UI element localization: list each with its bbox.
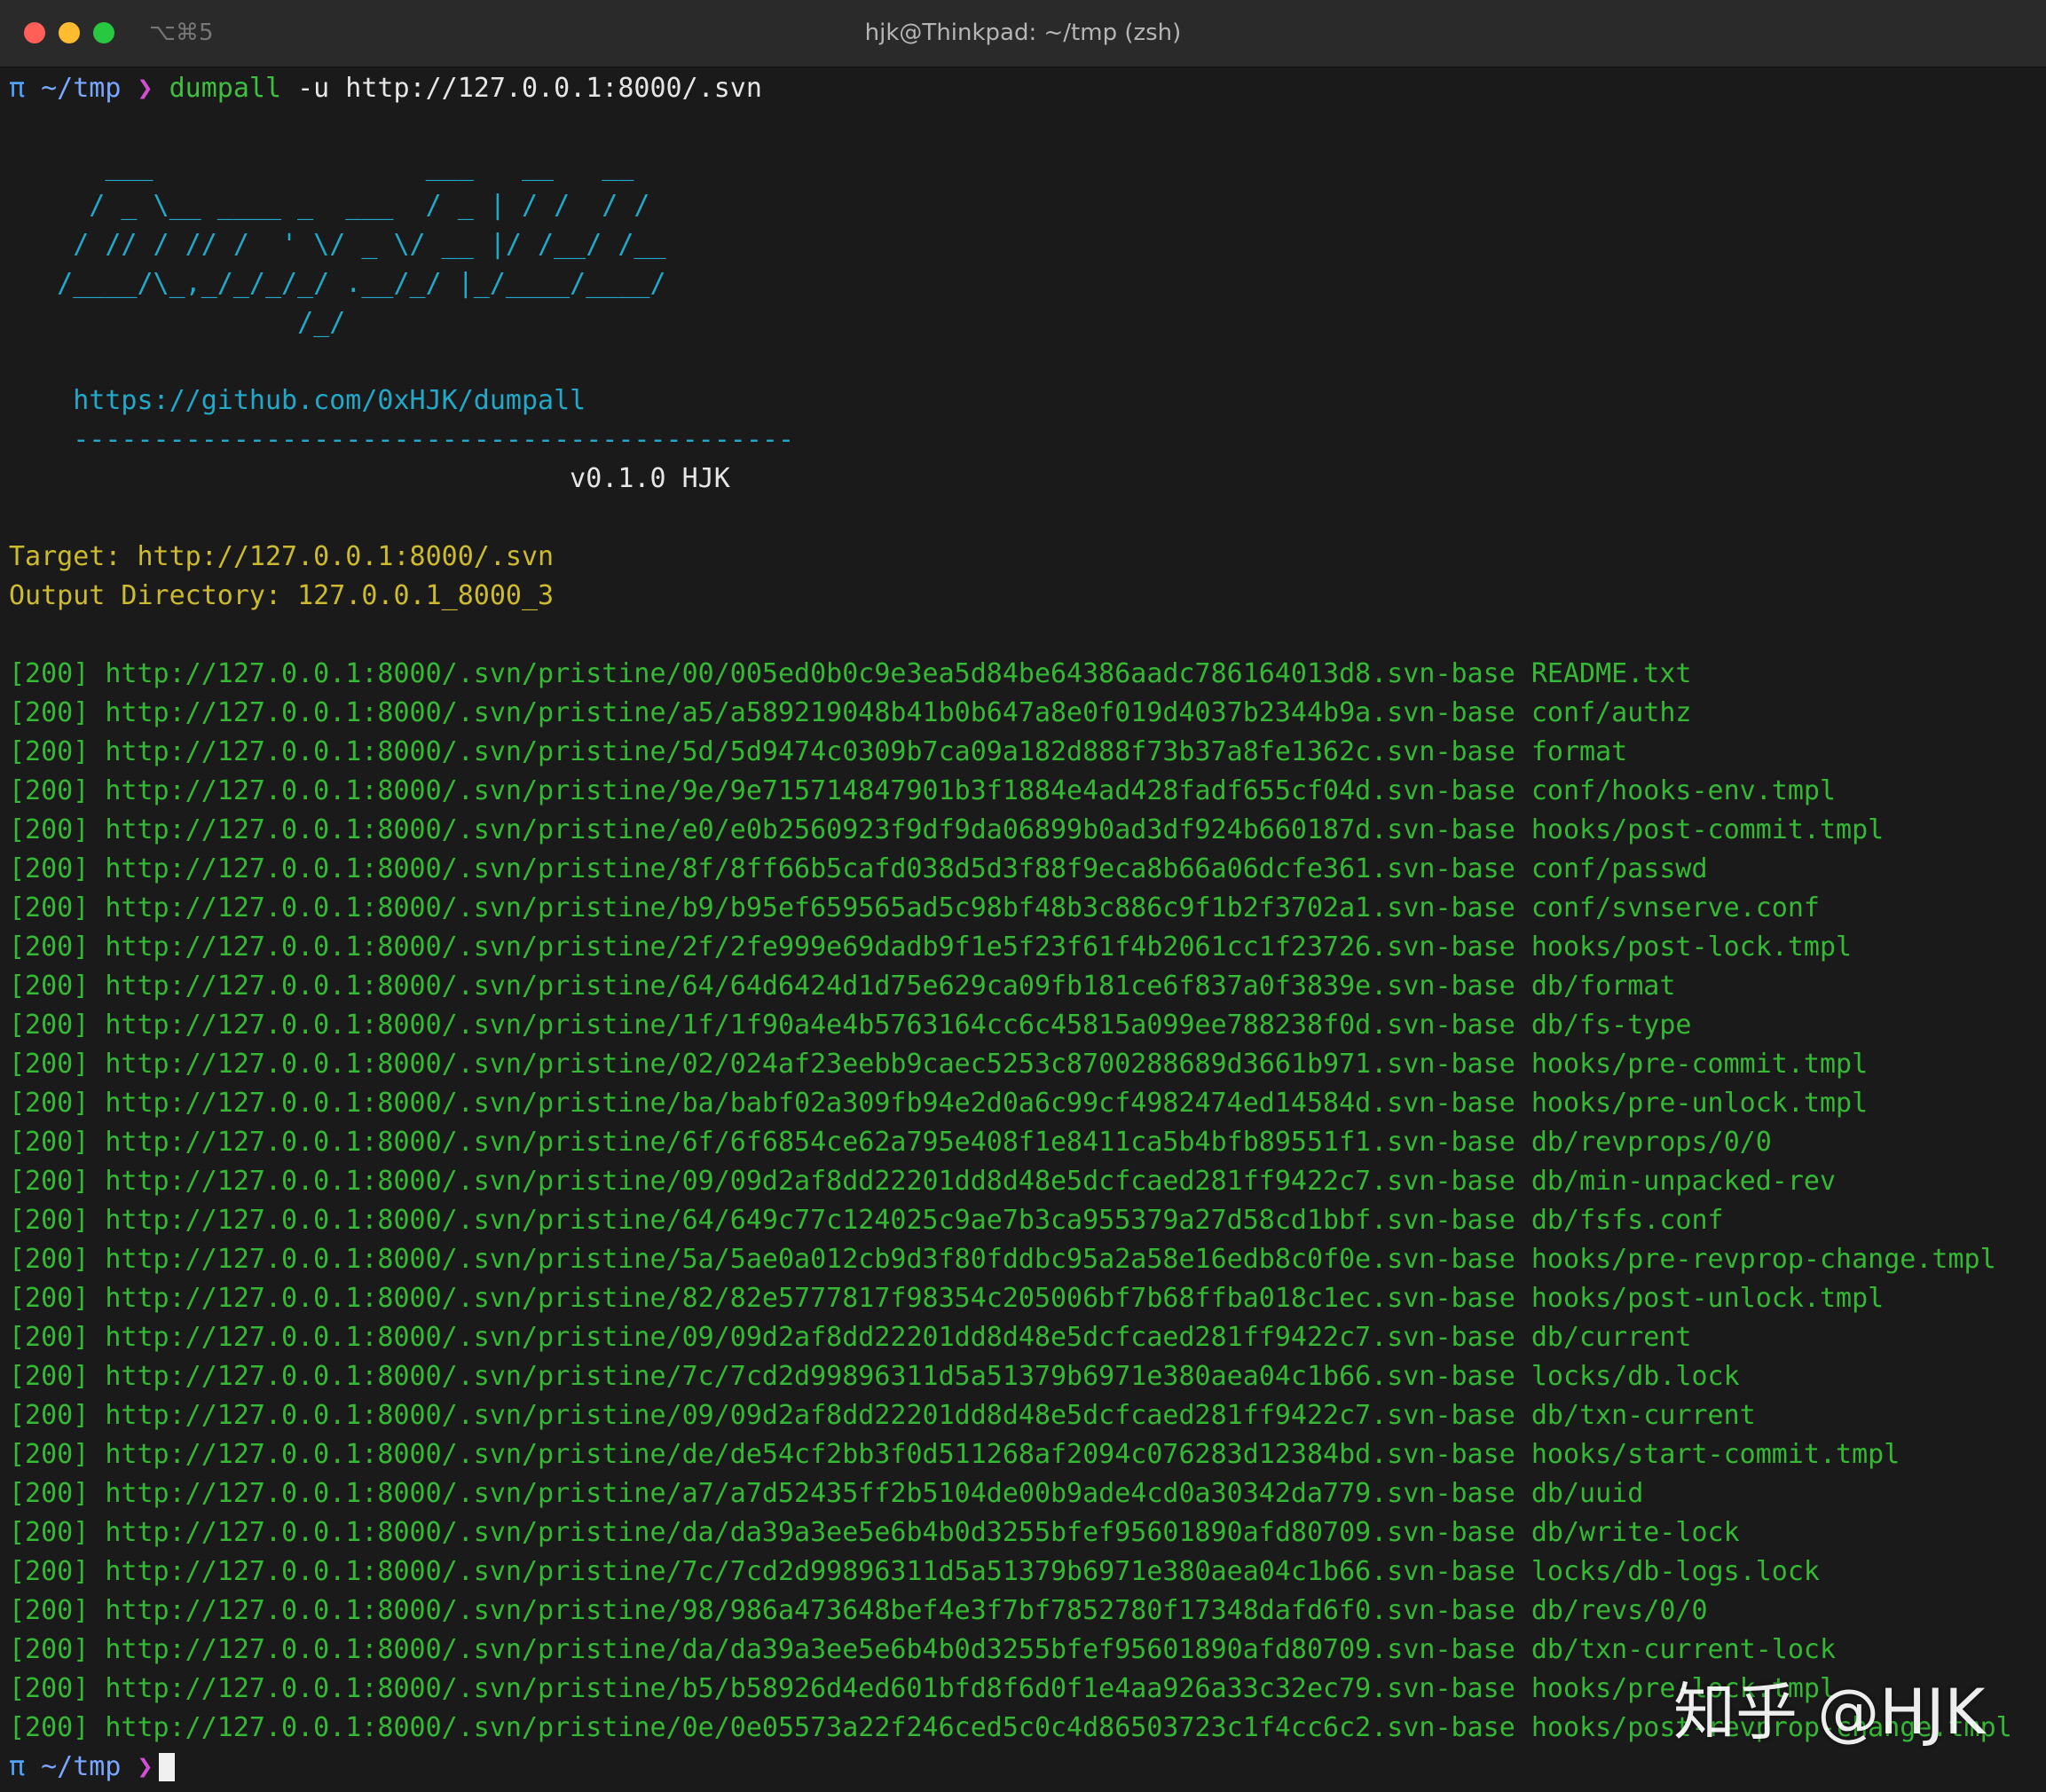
result-line: [200] http://127.0.0.1:8000/.svn/pristin… <box>9 1322 1692 1353</box>
prompt-cwd: ~/tmp <box>41 73 122 104</box>
window-title: hjk@Thinkpad: ~/tmp (zsh) <box>864 20 1182 46</box>
watermark: 知乎 @HJK <box>1673 1676 1986 1749</box>
banner-version: v0.1.0 HJK <box>9 463 730 494</box>
prompt-line: π ~/tmp ❯ <box>9 1748 2032 1781</box>
result-line: [200] http://127.0.0.1:8000/.svn/pristin… <box>9 658 1692 689</box>
result-line: [200] http://127.0.0.1:8000/.svn/pristin… <box>9 1478 1644 1509</box>
result-line: [200] http://127.0.0.1:8000/.svn/pristin… <box>9 1556 1820 1587</box>
prompt-arrow: ❯ <box>137 73 153 104</box>
result-line: [200] http://127.0.0.1:8000/.svn/pristin… <box>9 1049 1869 1080</box>
result-line: [200] http://127.0.0.1:8000/.svn/pristin… <box>9 892 1820 924</box>
terminal-output[interactable]: π ~/tmp ❯ dumpall -u http://127.0.0.1:80… <box>9 69 2032 1781</box>
banner-rule: ----------------------------------------… <box>9 424 795 455</box>
result-line: [200] http://127.0.0.1:8000/.svn/pristin… <box>9 1166 1837 1197</box>
result-line: [200] http://127.0.0.1:8000/.svn/pristin… <box>9 736 1628 767</box>
result-line: [200] http://127.0.0.1:8000/.svn/pristin… <box>9 1517 1740 1548</box>
result-line: [200] http://127.0.0.1:8000/.svn/pristin… <box>9 1400 1756 1431</box>
banner-ascii-line: / // / // / ' \/ _ \/ __ |/ /__/ /__ <box>9 229 666 260</box>
result-line: [200] http://127.0.0.1:8000/.svn/pristin… <box>9 1439 1900 1470</box>
result-line: [200] http://127.0.0.1:8000/.svn/pristin… <box>9 1010 1692 1041</box>
command-name: dumpall <box>169 73 282 104</box>
prompt-cwd: ~/tmp <box>41 1751 122 1781</box>
target-info: Target: http://127.0.0.1:8000/.svn <box>9 541 555 572</box>
command-line: π ~/tmp ❯ dumpall -u http://127.0.0.1:80… <box>9 69 2032 108</box>
command-args: -u http://127.0.0.1:8000/.svn <box>281 73 762 104</box>
output-directory-info: Output Directory: 127.0.0.1_8000_3 <box>9 580 555 611</box>
banner-ascii-line: / _ \__ ____ _ ___ / _ | / / / / <box>9 190 650 221</box>
terminal-cursor[interactable] <box>158 1752 175 1781</box>
banner-url: https://github.com/0xHJK/dumpall <box>9 385 586 416</box>
prompt-symbol: π <box>9 1751 26 1781</box>
result-line: [200] http://127.0.0.1:8000/.svn/pristin… <box>9 814 1885 845</box>
result-line: [200] http://127.0.0.1:8000/.svn/pristin… <box>9 931 1853 963</box>
prompt-symbol: π <box>9 73 26 104</box>
banner-ascii-line: ___ ___ __ __ <box>9 151 634 182</box>
result-line: [200] http://127.0.0.1:8000/.svn/pristin… <box>9 697 1692 728</box>
prompt-arrow: ❯ <box>137 1751 153 1781</box>
result-line: [200] http://127.0.0.1:8000/.svn/pristin… <box>9 1088 1869 1119</box>
result-line: [200] http://127.0.0.1:8000/.svn/pristin… <box>9 1283 1885 1314</box>
banner-ascii-line: /____/\_,_/_/_/_/ .__/_/ |_/____/____/ <box>9 268 666 299</box>
result-line: [200] http://127.0.0.1:8000/.svn/pristin… <box>9 1127 1772 1158</box>
result-line: [200] http://127.0.0.1:8000/.svn/pristin… <box>9 1244 1996 1275</box>
result-line: [200] http://127.0.0.1:8000/.svn/pristin… <box>9 853 1708 884</box>
result-line: [200] http://127.0.0.1:8000/.svn/pristin… <box>9 775 1837 806</box>
result-line: [200] http://127.0.0.1:8000/.svn/pristin… <box>9 1205 1724 1236</box>
banner-ascii-line: /_/ <box>9 307 346 338</box>
result-line: [200] http://127.0.0.1:8000/.svn/pristin… <box>9 971 1676 1002</box>
result-line: [200] http://127.0.0.1:8000/.svn/pristin… <box>9 1595 1708 1626</box>
results-list: [200] http://127.0.0.1:8000/.svn/pristin… <box>9 655 2032 1748</box>
window-titlebar: ⌥⌘5 hjk@Thinkpad: ~/tmp (zsh) <box>0 0 2046 67</box>
result-line: [200] http://127.0.0.1:8000/.svn/pristin… <box>9 1361 1740 1392</box>
